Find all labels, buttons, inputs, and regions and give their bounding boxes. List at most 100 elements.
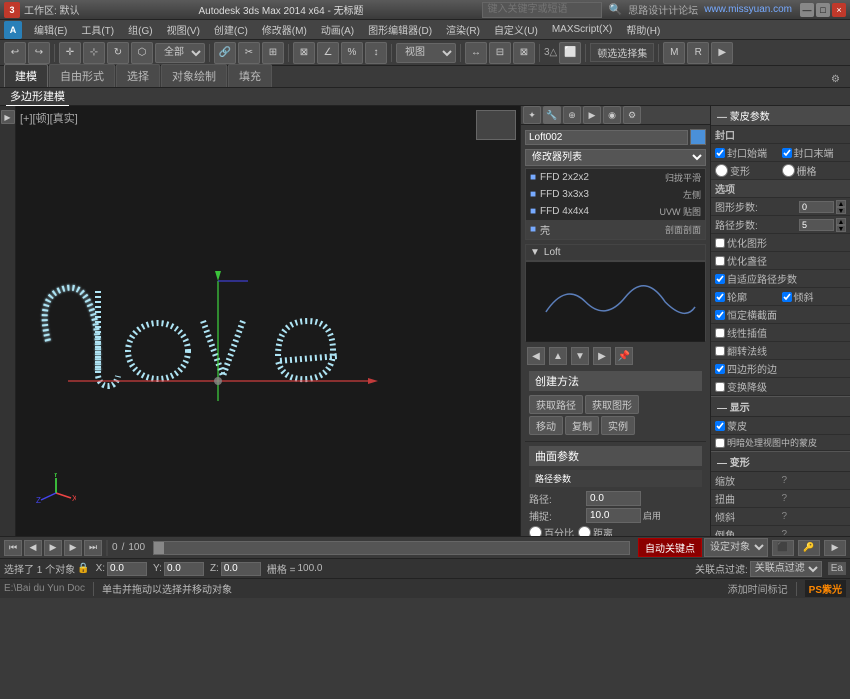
modifier-ffd2x2x2[interactable]: ■ FFD 2x2x2 归拢平滑 — [526, 169, 705, 186]
key-next-btn[interactable]: ▶ — [824, 540, 846, 556]
percent-radio[interactable]: 百分比 — [529, 525, 574, 536]
menu-animation[interactable]: 动画(A) — [315, 20, 360, 39]
tab-populate[interactable]: 填充 — [228, 64, 272, 87]
snap-value-input[interactable] — [586, 508, 641, 523]
tab-paint[interactable]: 对象绘制 — [161, 64, 227, 87]
loft-nav-up[interactable]: ▲ — [549, 347, 567, 365]
rp-hierarchy-btn[interactable]: ⊕ — [563, 106, 581, 124]
align-button[interactable]: ⊟ — [489, 42, 511, 64]
instance-btn[interactable]: 实例 — [601, 416, 635, 435]
rotate-button[interactable]: ↻ — [107, 42, 129, 64]
menu-create[interactable]: 创建(C) — [208, 20, 254, 39]
show-skin-in-all-check[interactable] — [715, 438, 725, 448]
timeline-slider[interactable] — [153, 541, 630, 555]
x-input[interactable] — [107, 562, 147, 576]
skin-params-title[interactable]: — 蒙皮参数 — [711, 106, 850, 126]
rp-display-btn[interactable]: ◉ — [603, 106, 621, 124]
grid-radio[interactable] — [782, 164, 795, 177]
move-btn[interactable]: 移动 — [529, 416, 563, 435]
link-button[interactable]: 🔗 — [214, 42, 236, 64]
close-button[interactable]: × — [832, 3, 846, 17]
menu-render[interactable]: 渲染(R) — [440, 20, 486, 39]
minimize-button[interactable]: — — [800, 3, 814, 17]
normal-align[interactable]: ⊠ — [513, 42, 535, 64]
set-key-dropdown[interactable]: 设定对象 — [704, 538, 768, 557]
go-start-btn[interactable]: ⏮ — [4, 540, 22, 556]
path-value-input[interactable] — [586, 491, 641, 506]
bind-button[interactable]: ⊞ — [262, 42, 284, 64]
flip-normals-check[interactable] — [715, 346, 725, 356]
view-mode-dropdown[interactable]: 视图 — [396, 43, 456, 63]
loft-pin-btn[interactable]: 📌 — [615, 347, 633, 365]
shape-steps-down[interactable]: ▼ — [836, 207, 846, 214]
shape-steps-input[interactable] — [799, 201, 834, 213]
key-filters-btn[interactable]: 🔑 — [798, 540, 820, 556]
menu-help[interactable]: 帮助(H) — [620, 20, 666, 39]
key-mode-btn[interactable]: ⬛ — [772, 540, 794, 556]
play-btn[interactable]: ▶ — [44, 540, 62, 556]
create-method-title[interactable]: 创建方法 — [529, 371, 702, 391]
viewport[interactable]: [+][顿][真实] — [16, 106, 520, 536]
menu-edit[interactable]: 编辑(E) — [28, 20, 73, 39]
menu-tools[interactable]: 工具(T) — [75, 20, 120, 39]
menu-group[interactable]: 组(G) — [122, 20, 158, 39]
loft-name-input[interactable] — [525, 130, 688, 145]
optimize-shapes-check[interactable] — [715, 238, 725, 248]
quick-render[interactable]: ▶ — [711, 42, 733, 64]
add-time-label[interactable]: 添加时间标记 — [728, 581, 788, 596]
search-input[interactable] — [482, 2, 602, 18]
percent-snap[interactable]: % — [341, 42, 363, 64]
path-steps-up[interactable]: ▲ — [836, 218, 846, 225]
redo-button[interactable]: ↪ — [28, 42, 50, 64]
modifier-ffd4x4x4[interactable]: ■ FFD 4x4x4 UVW 贴图 — [526, 203, 705, 220]
quad-sides-check[interactable] — [715, 364, 725, 374]
shape-steps-up[interactable]: ▲ — [836, 200, 846, 207]
constant-cross-check[interactable] — [715, 310, 725, 320]
cap-start-check[interactable] — [715, 148, 725, 158]
maximize-button[interactable]: □ — [816, 3, 830, 17]
selection-sets-input[interactable]: 顿选选择集 — [590, 43, 654, 62]
path-params-title[interactable]: 路径参数 — [529, 470, 702, 487]
menu-maxscript[interactable]: MAXScript(X) — [546, 22, 619, 37]
loft-nav-right[interactable]: ▶ — [593, 347, 611, 365]
search-icon[interactable]: 🔍 — [608, 3, 622, 16]
snap-toggle[interactable]: ⊠ — [293, 42, 315, 64]
deform-radio[interactable] — [715, 164, 728, 177]
mirror-button[interactable]: ↔ — [465, 42, 487, 64]
banking-check[interactable] — [782, 292, 792, 302]
lock-icon[interactable]: 🔒 — [77, 563, 89, 574]
selection-filter-dropdown[interactable]: 全部 — [155, 43, 205, 63]
rp-motion-btn[interactable]: ▶ — [583, 106, 601, 124]
contour-check[interactable] — [715, 292, 725, 302]
sub-tab-poly-modeling[interactable]: 多边形建模 — [6, 87, 69, 106]
rp-modify-btn[interactable]: 🔧 — [543, 106, 561, 124]
menu-graph-editor[interactable]: 图形编辑器(D) — [362, 20, 438, 39]
prev-frame-btn[interactable]: ◀ — [24, 540, 42, 556]
loft-nav-left[interactable]: ◀ — [527, 347, 545, 365]
tab-modeling[interactable]: 建模 — [4, 64, 48, 87]
curve-params-title[interactable]: 曲面参数 — [529, 446, 702, 466]
skin-display-check[interactable] — [715, 421, 725, 431]
optimize-paths-check[interactable] — [715, 256, 725, 266]
material-editor[interactable]: M — [663, 42, 685, 64]
tab-selection[interactable]: 选择 — [116, 64, 160, 87]
render-setup[interactable]: R — [687, 42, 709, 64]
get-shape-btn[interactable]: 获取图形 — [585, 395, 639, 414]
copy-btn[interactable]: 复制 — [565, 416, 599, 435]
rp-create-btn[interactable]: ✦ — [523, 106, 541, 124]
tab-freeform[interactable]: 自由形式 — [49, 64, 115, 87]
modifier-shell[interactable]: ■ 壳 剖面剖面 — [526, 220, 705, 239]
modifier-list-dropdown[interactable]: 修改器列表 — [525, 149, 706, 166]
loft-nav-down[interactable]: ▼ — [571, 347, 589, 365]
select-region[interactable]: ⬜ — [559, 42, 581, 64]
menu-view[interactable]: 视图(V) — [161, 20, 206, 39]
spinner-snap[interactable]: ↕ — [365, 42, 387, 64]
adaptive-path-check[interactable] — [715, 274, 725, 284]
select-button[interactable]: ✛ — [59, 42, 81, 64]
go-end-btn[interactable]: ⏭ — [84, 540, 102, 556]
loft-color-button[interactable] — [690, 129, 706, 145]
cap-end-check[interactable] — [782, 148, 792, 158]
auto-key-btn[interactable]: 自动关键点 — [638, 538, 702, 557]
move-button[interactable]: ⊹ — [83, 42, 105, 64]
get-path-btn[interactable]: 获取路径 — [529, 395, 583, 414]
